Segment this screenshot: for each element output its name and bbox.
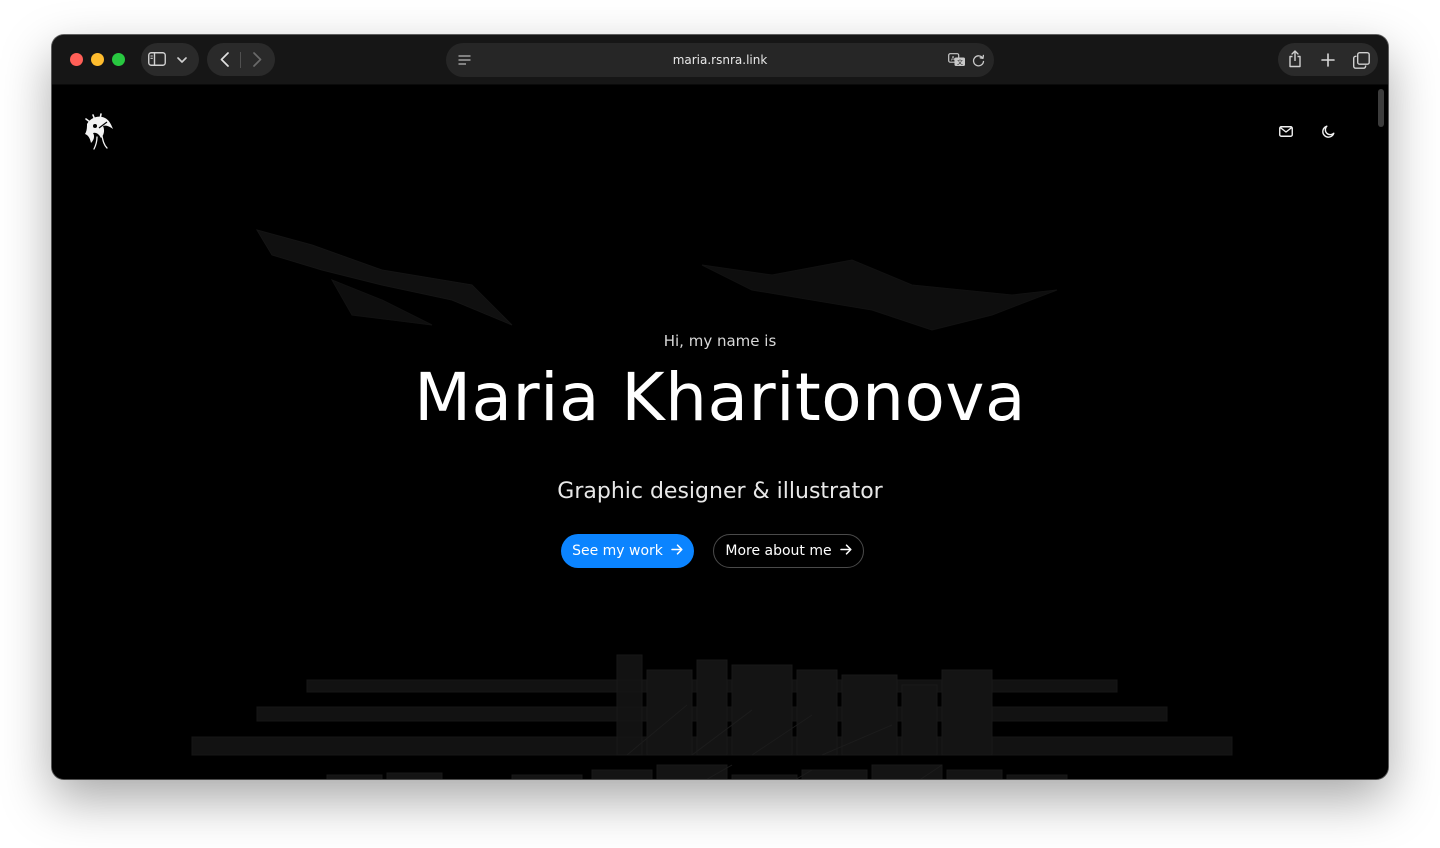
nav-divider [240,52,241,68]
translate-icon[interactable]: A文 [948,52,966,68]
close-window-button[interactable] [70,53,83,66]
chevron-down-icon[interactable] [175,53,189,67]
hero-name: Maria Kharitonova [414,359,1026,436]
sidebar-toggle-group [141,43,199,76]
url-text: maria.rsnra.link [672,53,768,67]
moon-icon[interactable] [1320,123,1336,139]
chevron-right-icon[interactable] [250,51,264,68]
share-icon[interactable] [1287,49,1303,69]
see-my-work-label: See my work [572,543,663,559]
minimize-window-button[interactable] [91,53,104,66]
page-content: Hi, my name is Maria Kharitonova Graphic… [52,85,1388,779]
reload-icon[interactable] [971,53,985,67]
hero-role: Graphic designer & illustrator [557,479,883,504]
hero-greeting: Hi, my name is [663,332,777,350]
plus-icon[interactable] [1320,52,1336,68]
logo-icon[interactable] [81,112,115,150]
arrow-right-icon [671,543,683,559]
arrow-right-icon [839,543,852,559]
see-my-work-button[interactable]: See my work [561,534,694,568]
sidebar-icon[interactable] [148,51,166,67]
browser-window: maria.rsnra.link A文 Hi, my name is Maria… [52,35,1388,779]
right-toolbar-group [1278,43,1378,76]
zoom-window-button[interactable] [112,53,125,66]
mail-icon[interactable] [1278,123,1294,139]
scrollbar[interactable] [1378,89,1384,127]
browser-toolbar: maria.rsnra.link A文 [52,35,1388,85]
navigation-group [207,43,275,76]
svg-text:文: 文 [957,58,963,66]
tabs-overview-icon[interactable] [1352,51,1370,69]
address-bar[interactable]: maria.rsnra.link A文 [446,43,994,77]
chevron-left-icon[interactable] [217,51,231,68]
more-about-me-button[interactable]: More about me [713,534,864,568]
more-about-me-label: More about me [725,543,832,559]
